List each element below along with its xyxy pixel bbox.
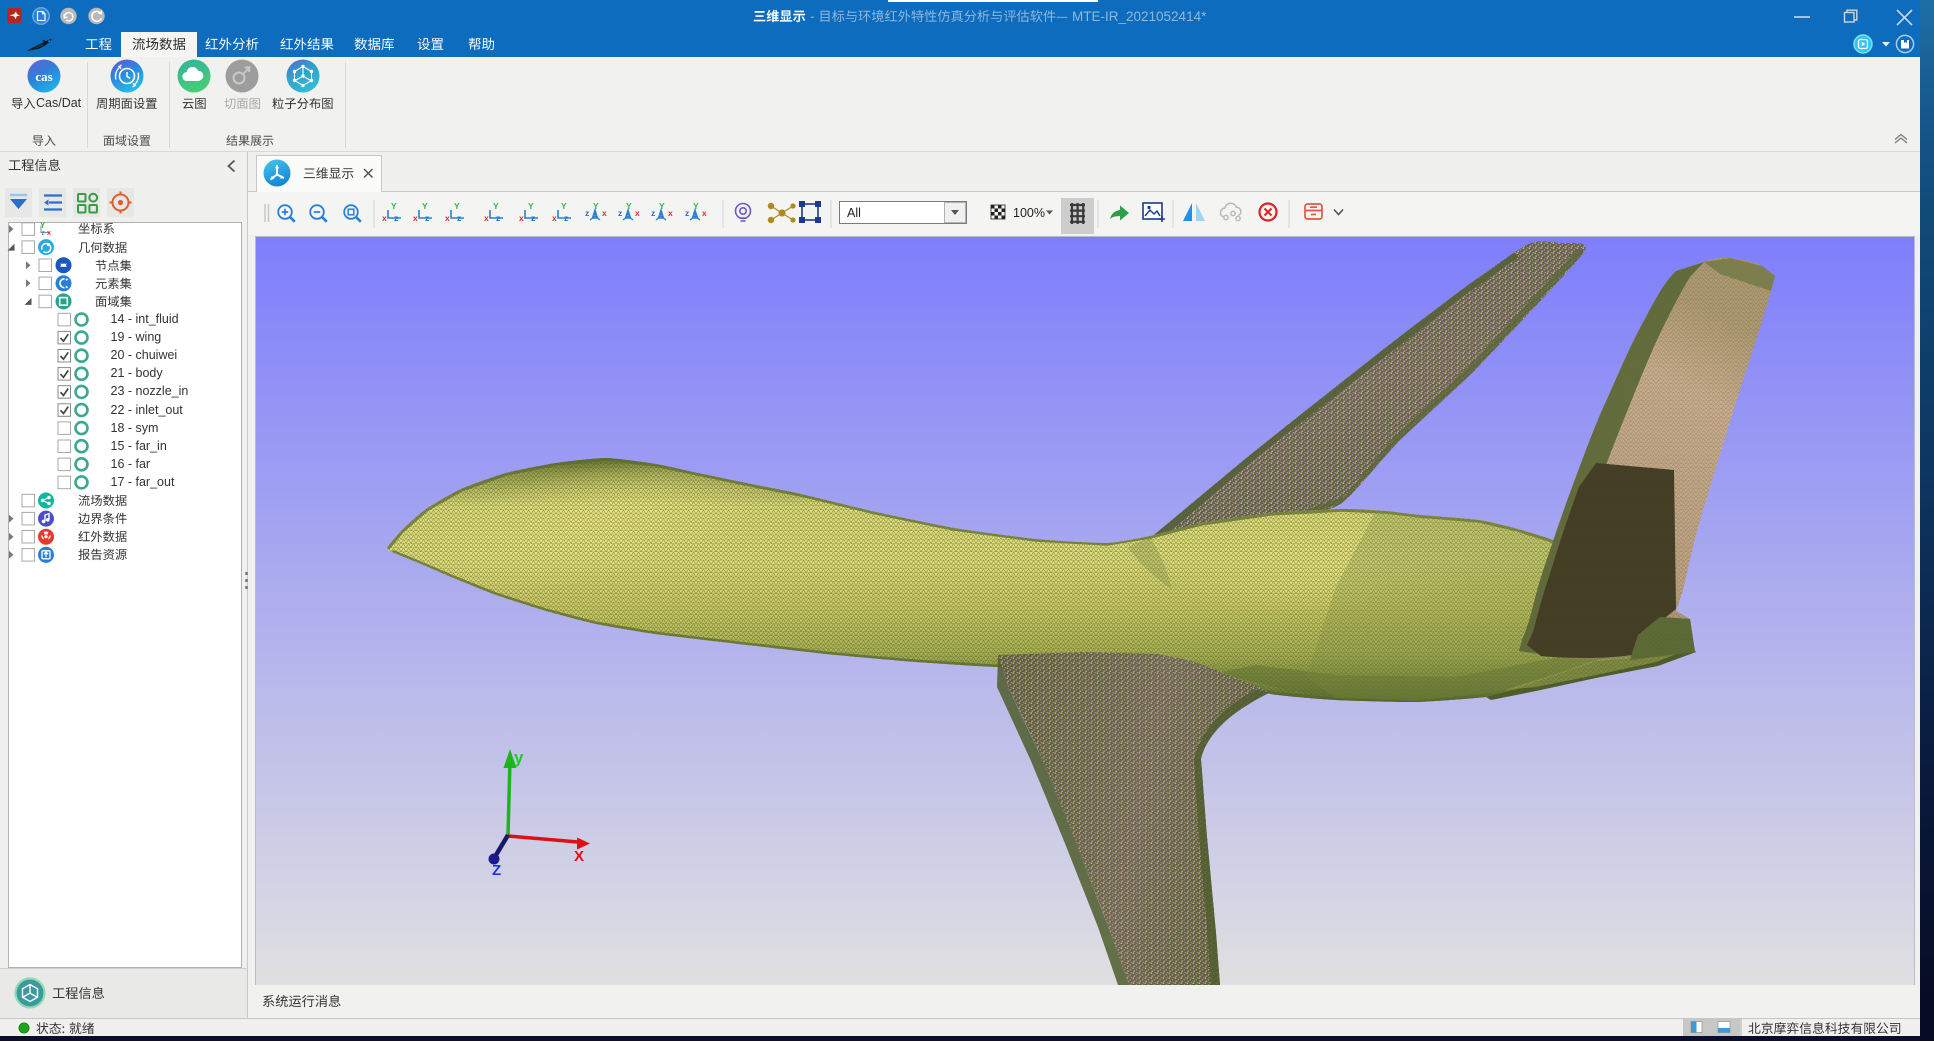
- svg-text:Y: Y: [528, 201, 534, 211]
- svg-text:Y: Y: [561, 201, 567, 211]
- svg-text:y: y: [514, 748, 524, 767]
- svg-text:x: x: [668, 208, 673, 218]
- svg-text:All: All: [847, 206, 861, 220]
- svg-text:x: x: [602, 208, 607, 218]
- svg-text:Y: Y: [493, 201, 499, 211]
- svg-text:x: x: [47, 230, 51, 237]
- svg-text:x: x: [413, 213, 418, 223]
- svg-text:x: x: [484, 213, 489, 223]
- svg-text:z: z: [585, 208, 589, 218]
- svg-text:z: z: [564, 213, 568, 223]
- svg-text:Y: Y: [454, 201, 460, 211]
- svg-text:z: z: [618, 208, 622, 218]
- svg-text:Y: Y: [626, 201, 632, 211]
- svg-text:x: x: [702, 208, 707, 218]
- svg-text:Y: Y: [391, 201, 397, 211]
- svg-text:z: z: [425, 213, 429, 223]
- svg-text:z: z: [531, 213, 535, 223]
- svg-text:z: z: [42, 230, 46, 237]
- svg-text:z: z: [457, 213, 461, 223]
- svg-text:x: x: [382, 213, 387, 223]
- svg-text:x: x: [635, 208, 640, 218]
- svg-text:Y: Y: [659, 201, 665, 211]
- svg-text:Z: Z: [492, 862, 501, 879]
- svg-text:Y: Y: [593, 201, 599, 211]
- svg-text:X: X: [574, 848, 584, 865]
- svg-text:x: x: [519, 213, 524, 223]
- svg-text:x: x: [445, 213, 450, 223]
- svg-text:x: x: [552, 213, 557, 223]
- svg-text:z: z: [394, 213, 398, 223]
- svg-text:z: z: [685, 208, 689, 218]
- svg-text:z: z: [496, 213, 500, 223]
- svg-text:cas: cas: [35, 69, 52, 84]
- svg-text:100%: 100%: [1013, 206, 1045, 220]
- svg-text:Y: Y: [422, 201, 428, 211]
- svg-text:Y: Y: [693, 201, 699, 211]
- svg-text:z: z: [651, 208, 655, 218]
